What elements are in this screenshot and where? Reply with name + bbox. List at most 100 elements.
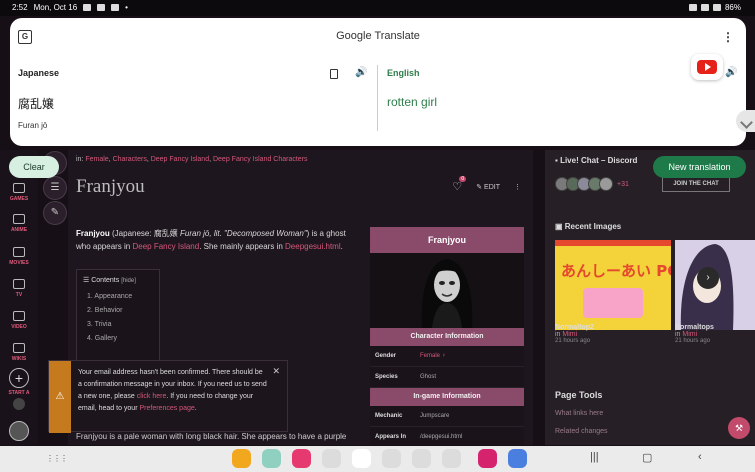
image-wiki-link[interactable]: Mimi [562,331,577,338]
youtube-app-chip[interactable] [691,54,723,80]
intro-text: (Japanese: [109,229,154,238]
rail-video[interactable]: VIDEO [0,311,38,330]
toc-title: Contents [91,277,120,284]
app-folder-icon[interactable] [442,449,461,468]
speaker-icon[interactable]: 🔊 [725,67,737,78]
clapper-icon [13,247,25,257]
category-link[interactable]: Female [85,156,108,163]
divider [377,65,378,131]
edge-panel-handle[interactable] [736,110,755,132]
image-name[interactable]: Normaltops [675,324,714,331]
rail-movies-label: MOVIES [9,260,29,266]
pencil-icon: ✎ [476,183,485,191]
notice-text: Your email address hasn't been confirmed… [78,367,268,415]
rail-games[interactable]: GAMES [0,183,38,202]
back-icon[interactable]: ‹ [698,451,702,463]
infobox-key: Gender [375,353,397,359]
join-chat-button[interactable]: JOIN THE CHAT [662,176,730,192]
toc-list-icon[interactable]: ☰ [43,176,67,200]
right-rail: ▪ Live! Chat – Discord +31 JOIN THE CHAT… [545,150,755,445]
recent-image-art: あんしーあい PC版 [555,240,671,330]
home-icon[interactable]: ▢ [642,451,652,464]
app-icon[interactable] [262,449,281,468]
user-avatar[interactable] [9,421,29,441]
more-options-icon[interactable]: ⋮ [514,183,521,191]
warning-icon: ⚠ [49,361,71,433]
infobox-value[interactable]: Female ♀ [420,353,446,359]
translate-app-icon[interactable] [508,449,527,468]
notice-line: . [194,405,197,412]
edit-button[interactable]: ✎ EDIT [476,183,500,191]
camera-app-icon[interactable] [292,449,311,468]
image-icon: ▣ [555,222,565,231]
app-folder-icon[interactable] [412,449,431,468]
discord-chat-heading: ▪ Live! Chat – Discord [555,156,637,165]
translate-popup: G Google Translate ⋮ Japanese 🔊 腐乱嬢 Fura… [10,18,746,146]
toc-item[interactable]: 4. Gallery [83,335,153,342]
speaker-icon[interactable]: 🔊 [355,67,367,78]
app-folder-icon[interactable] [382,449,401,468]
source-language-selector[interactable]: Japanese [18,68,59,78]
files-app-icon[interactable] [232,449,251,468]
edit-pencil-icon[interactable]: ✎ [43,201,67,225]
romanization-text: Furan jō [18,121,48,130]
app-drawer-icon[interactable]: ⋮⋮⋮ [46,454,68,463]
intro-romaji: Furan jō, lit. "Decomposed Woman" [177,229,307,238]
wrench-icon[interactable]: ⚒ [728,417,750,439]
status-bar: 2:52 Mon, Oct 16 • 86% [0,0,755,16]
ghost-portrait [370,253,524,328]
related-changes-link[interactable]: Related changes [555,428,608,435]
what-links-here-link[interactable]: What links here [555,410,603,417]
rail-wikis[interactable]: WIKIS [0,343,38,362]
infobox-title: Franjyou [370,227,524,253]
tv-icon [13,279,25,289]
click-here-link[interactable]: click here [137,393,167,400]
toc-item[interactable]: 1. Appearance [83,293,153,300]
intro-name: Franjyou [76,229,110,238]
app-folder-icon[interactable] [322,449,341,468]
infobox-section-character: Character Information [370,328,524,346]
article-actions: ♡ 0 ✎ EDIT ⋮ [452,176,521,193]
category-link[interactable]: Characters [113,156,147,163]
recents-icon[interactable]: ||| [590,451,599,463]
silent-icon [688,4,697,11]
category-link[interactable]: Deep Fancy Island Characters [213,156,308,163]
categories-prefix: in: [76,156,84,163]
target-language-selector[interactable]: English [387,68,420,78]
toc-hide-link[interactable]: [hide] [121,278,136,284]
toc-item[interactable]: 3. Trivia [83,321,153,328]
close-icon[interactable]: ✕ [272,366,280,377]
image-wiki-link[interactable]: Mimi [682,331,697,338]
image-name[interactable]: Normaltop2 [555,324,594,331]
rail-movies[interactable]: MOVIES [0,247,38,266]
deep-fancy-island-link[interactable]: Deep Fancy Island [132,242,199,251]
chevron-right-icon[interactable]: › [697,267,719,289]
translate-title: Google Translate [336,30,420,42]
toc-item[interactable]: 2. Behavior [83,307,153,314]
appearance-paragraph: Franjyou is a pale woman with long black… [76,432,347,441]
copy-icon[interactable] [330,69,338,79]
rail-tv[interactable]: TV [0,279,38,298]
preferences-link[interactable]: Preferences page [139,405,194,412]
clear-button[interactable]: Clear [9,156,59,178]
status-date: Mon, Oct 16 [33,3,78,12]
flower-app-icon[interactable] [478,449,497,468]
deepgesui-link[interactable]: Deepgesui.html [285,242,341,251]
new-translation-button[interactable]: New translation [653,156,746,178]
comments-button[interactable]: ♡ 0 [452,176,467,193]
more-vert-icon[interactable]: ⋮ [722,30,734,44]
edit-label: EDIT [484,183,500,191]
start-a-wiki-button[interactable]: + [9,368,29,388]
theme-toggle-icon[interactable] [13,398,25,410]
play-icon [13,311,25,321]
status-time: 2:52 [12,3,28,12]
category-link[interactable]: Deep Fancy Island [151,156,209,163]
character-image[interactable] [370,253,524,328]
intro-japanese: 腐乱嬢 [153,229,178,238]
page-tools-heading: Page Tools [555,390,603,400]
rail-anime[interactable]: ANIME [0,214,38,233]
gallery-notification-icon [83,4,92,11]
recent-image-1[interactable]: あんしーあい PC版 [555,240,671,330]
chrome-app-icon[interactable] [352,449,371,468]
infobox-key: Species [375,374,398,380]
